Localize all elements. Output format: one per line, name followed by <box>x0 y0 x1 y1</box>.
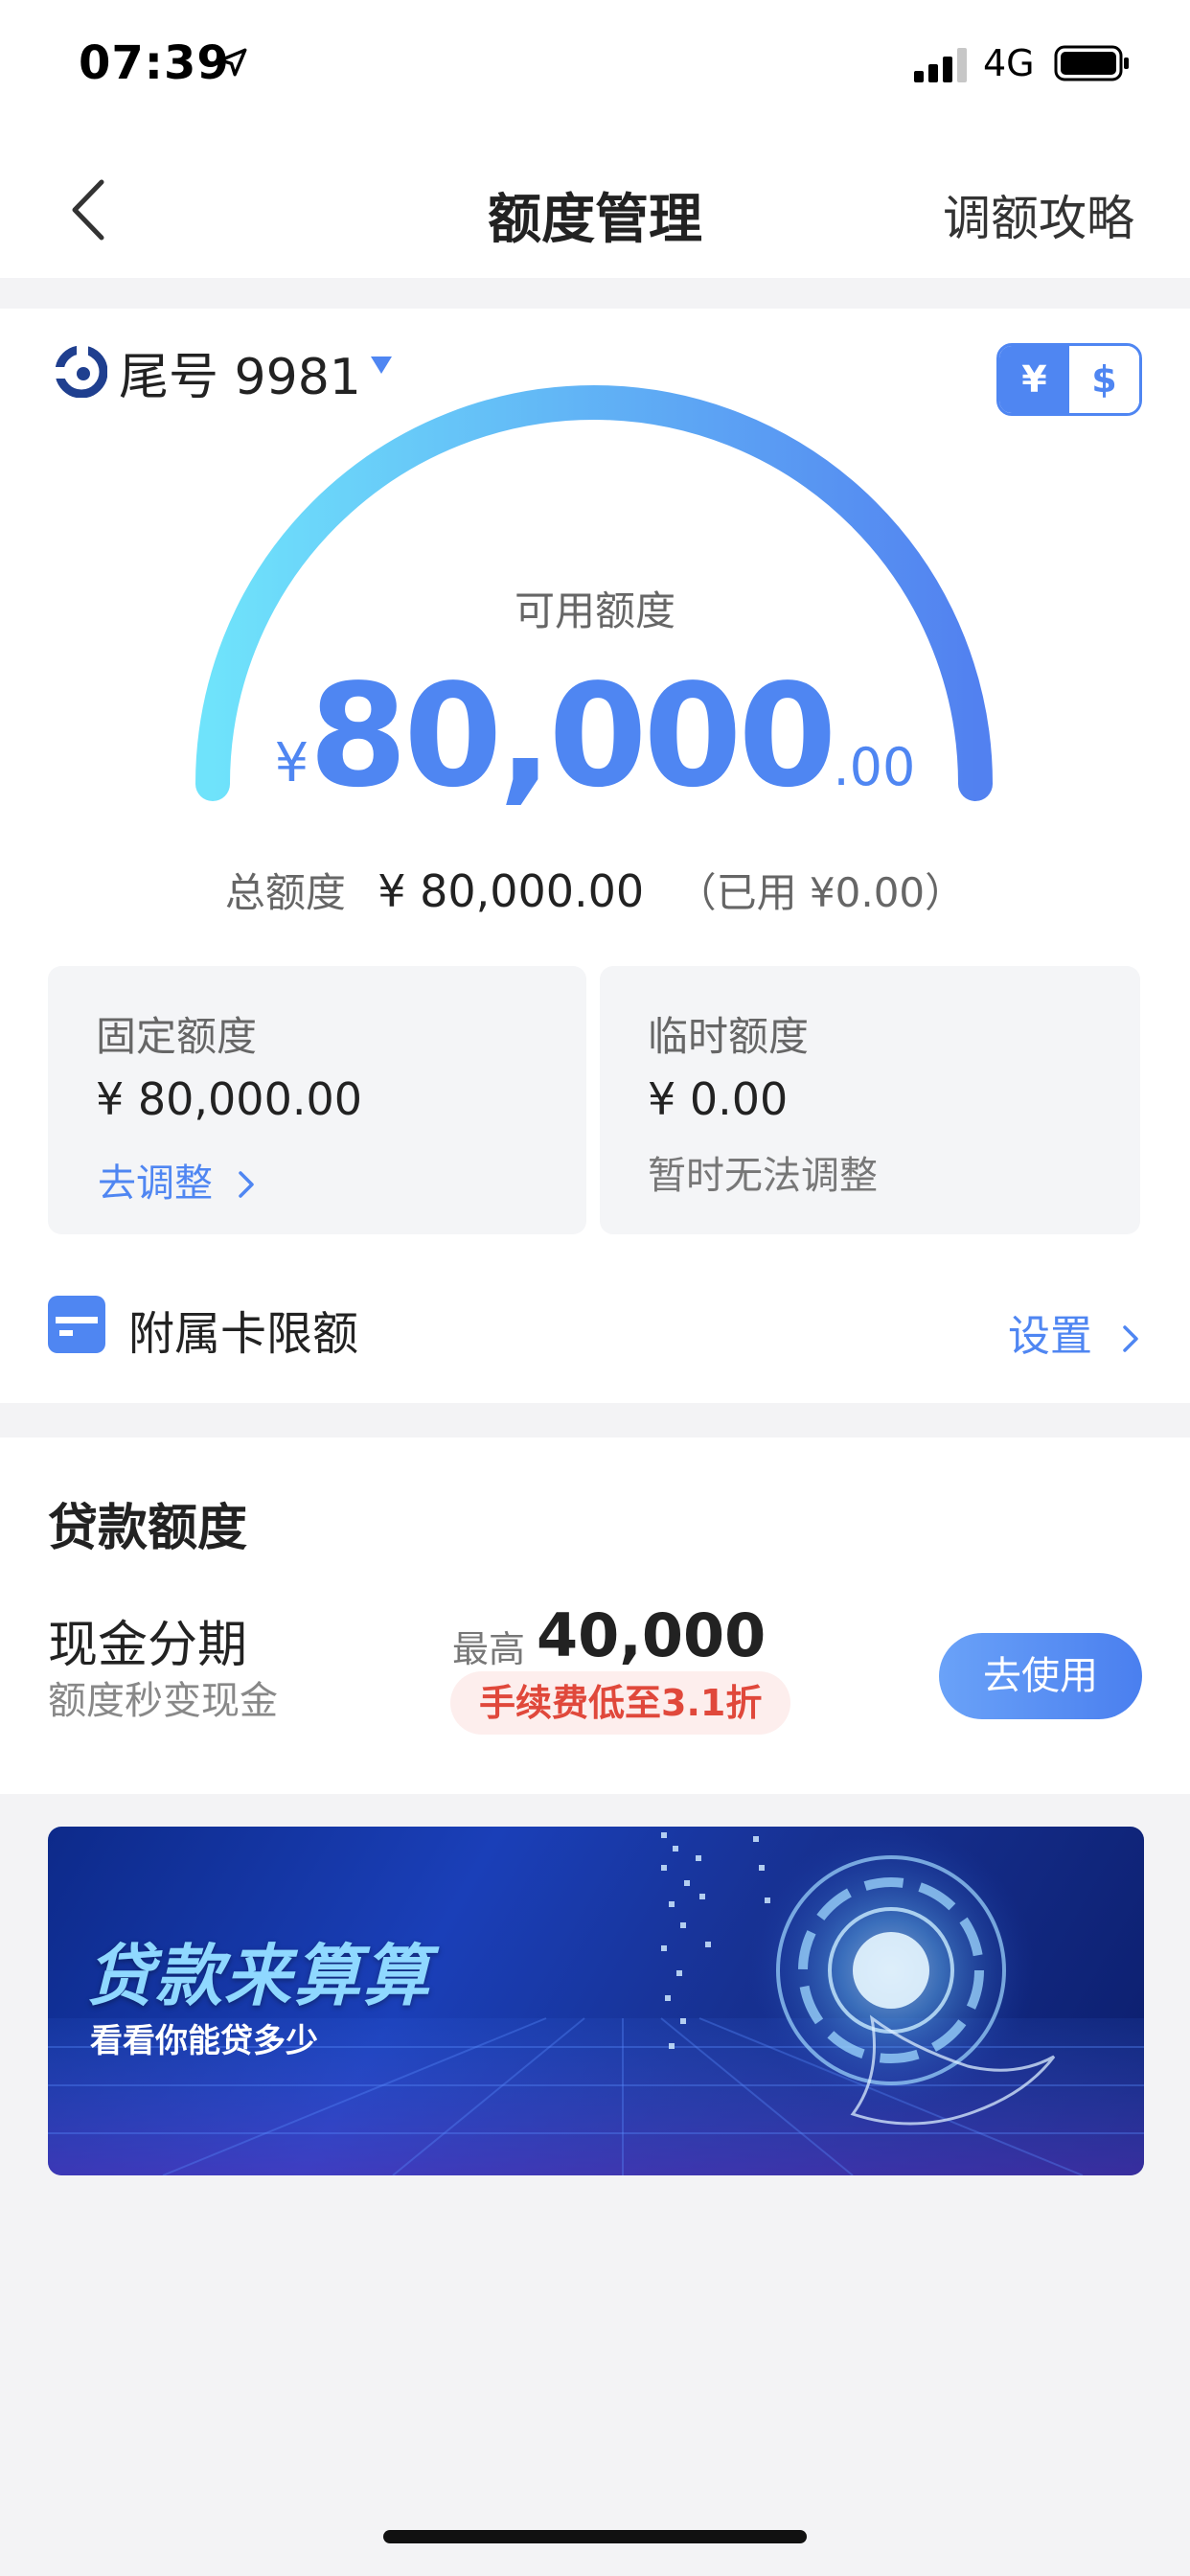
adjust-link-label: 去调整 <box>98 1162 213 1206</box>
loan-product-desc: 额度秒变现金 <box>48 1679 278 1723</box>
fixed-quota-value: ¥ 80,000.00 <box>96 1073 362 1125</box>
credit-limit-card: 尾号 9981 ¥ $ 可用额度 ¥80,000.00 总额度 ¥ 80,000… <box>0 309 1190 1403</box>
available-limit-amount: ¥80,000.00 <box>0 654 1190 818</box>
sub-card-limit-row[interactable]: 附属卡限额 设置 <box>0 1282 1190 1368</box>
temp-quota-box: 临时额度 ¥ 0.00 暂时无法调整 <box>600 966 1140 1234</box>
loan-section-title: 贷款额度 <box>48 1500 248 1557</box>
chevron-right-icon <box>238 1171 254 1198</box>
temp-quota-title: 临时额度 <box>648 1013 810 1060</box>
currency-toggle: ¥ $ <box>996 343 1142 416</box>
currency-usd-button[interactable]: $ <box>1069 346 1139 413</box>
back-arrow-icon[interactable] <box>63 176 115 243</box>
amount-currency-symbol: ¥ <box>274 732 309 794</box>
settings-label: 设置 <box>1008 1312 1092 1361</box>
loan-limit-card: 贷款额度 现金分期 额度秒变现金 最高 40,000 手续费低至3.1折 去使用 <box>0 1438 1190 1794</box>
adjust-fixed-quota-link[interactable]: 去调整 <box>98 1152 258 1208</box>
amount-integer: 80,000 <box>309 654 836 818</box>
banner-area: 贷款来算算 看看你能贷多少 <box>0 1794 1190 2177</box>
signal-icon <box>914 48 967 82</box>
fee-discount-tag: 手续费低至3.1折 <box>450 1671 791 1735</box>
total-limit-value: ¥ 80,000.00 <box>378 865 645 917</box>
temp-quota-note: 暂时无法调整 <box>648 1154 878 1198</box>
sub-card-settings-link[interactable]: 设置 <box>1008 1301 1142 1363</box>
temp-quota-value: ¥ 0.00 <box>648 1073 789 1125</box>
loan-max-label: 最高 <box>452 1628 526 1670</box>
status-bar: 07:39 4G <box>0 0 1190 134</box>
amount-decimal: .00 <box>833 737 916 797</box>
loan-max-value: 40,000 <box>537 1600 767 1670</box>
total-limit-label: 总额度 <box>224 869 346 916</box>
use-loan-button[interactable]: 去使用 <box>939 1633 1142 1719</box>
bank-logo-icon <box>56 346 107 398</box>
limit-guide-link[interactable]: 调额攻略 <box>943 180 1134 249</box>
loan-product-name: 现金分期 <box>48 1617 248 1674</box>
banner-title: 贷款来算算 <box>86 1937 431 2015</box>
battery-icon <box>1054 45 1129 81</box>
nav-bar: 额度管理 调额攻略 <box>0 134 1190 278</box>
fixed-quota-box: 固定额度 ¥ 80,000.00 去调整 <box>48 966 586 1234</box>
status-time: 07:39 <box>79 36 230 90</box>
location-arrow-icon <box>218 48 247 77</box>
network-label: 4G <box>983 42 1035 84</box>
sub-card-limit-label: 附属卡限额 <box>128 1307 359 1361</box>
total-limit-line: 总额度 ¥ 80,000.00 （已用 ¥0.00） <box>0 861 1190 919</box>
home-indicator[interactable] <box>383 2530 807 2543</box>
dropdown-triangle-icon <box>370 356 392 374</box>
available-limit-label: 可用额度 <box>514 587 675 634</box>
banner-subtitle: 看看你能贷多少 <box>90 2022 318 2060</box>
chevron-right-icon <box>1123 1325 1138 1352</box>
loan-calculator-banner[interactable]: 贷款来算算 看看你能贷多少 <box>48 1827 1144 2175</box>
fixed-quota-title: 固定额度 <box>96 1013 258 1060</box>
card-icon <box>48 1296 105 1353</box>
used-amount: （已用 ¥0.00） <box>675 869 966 916</box>
